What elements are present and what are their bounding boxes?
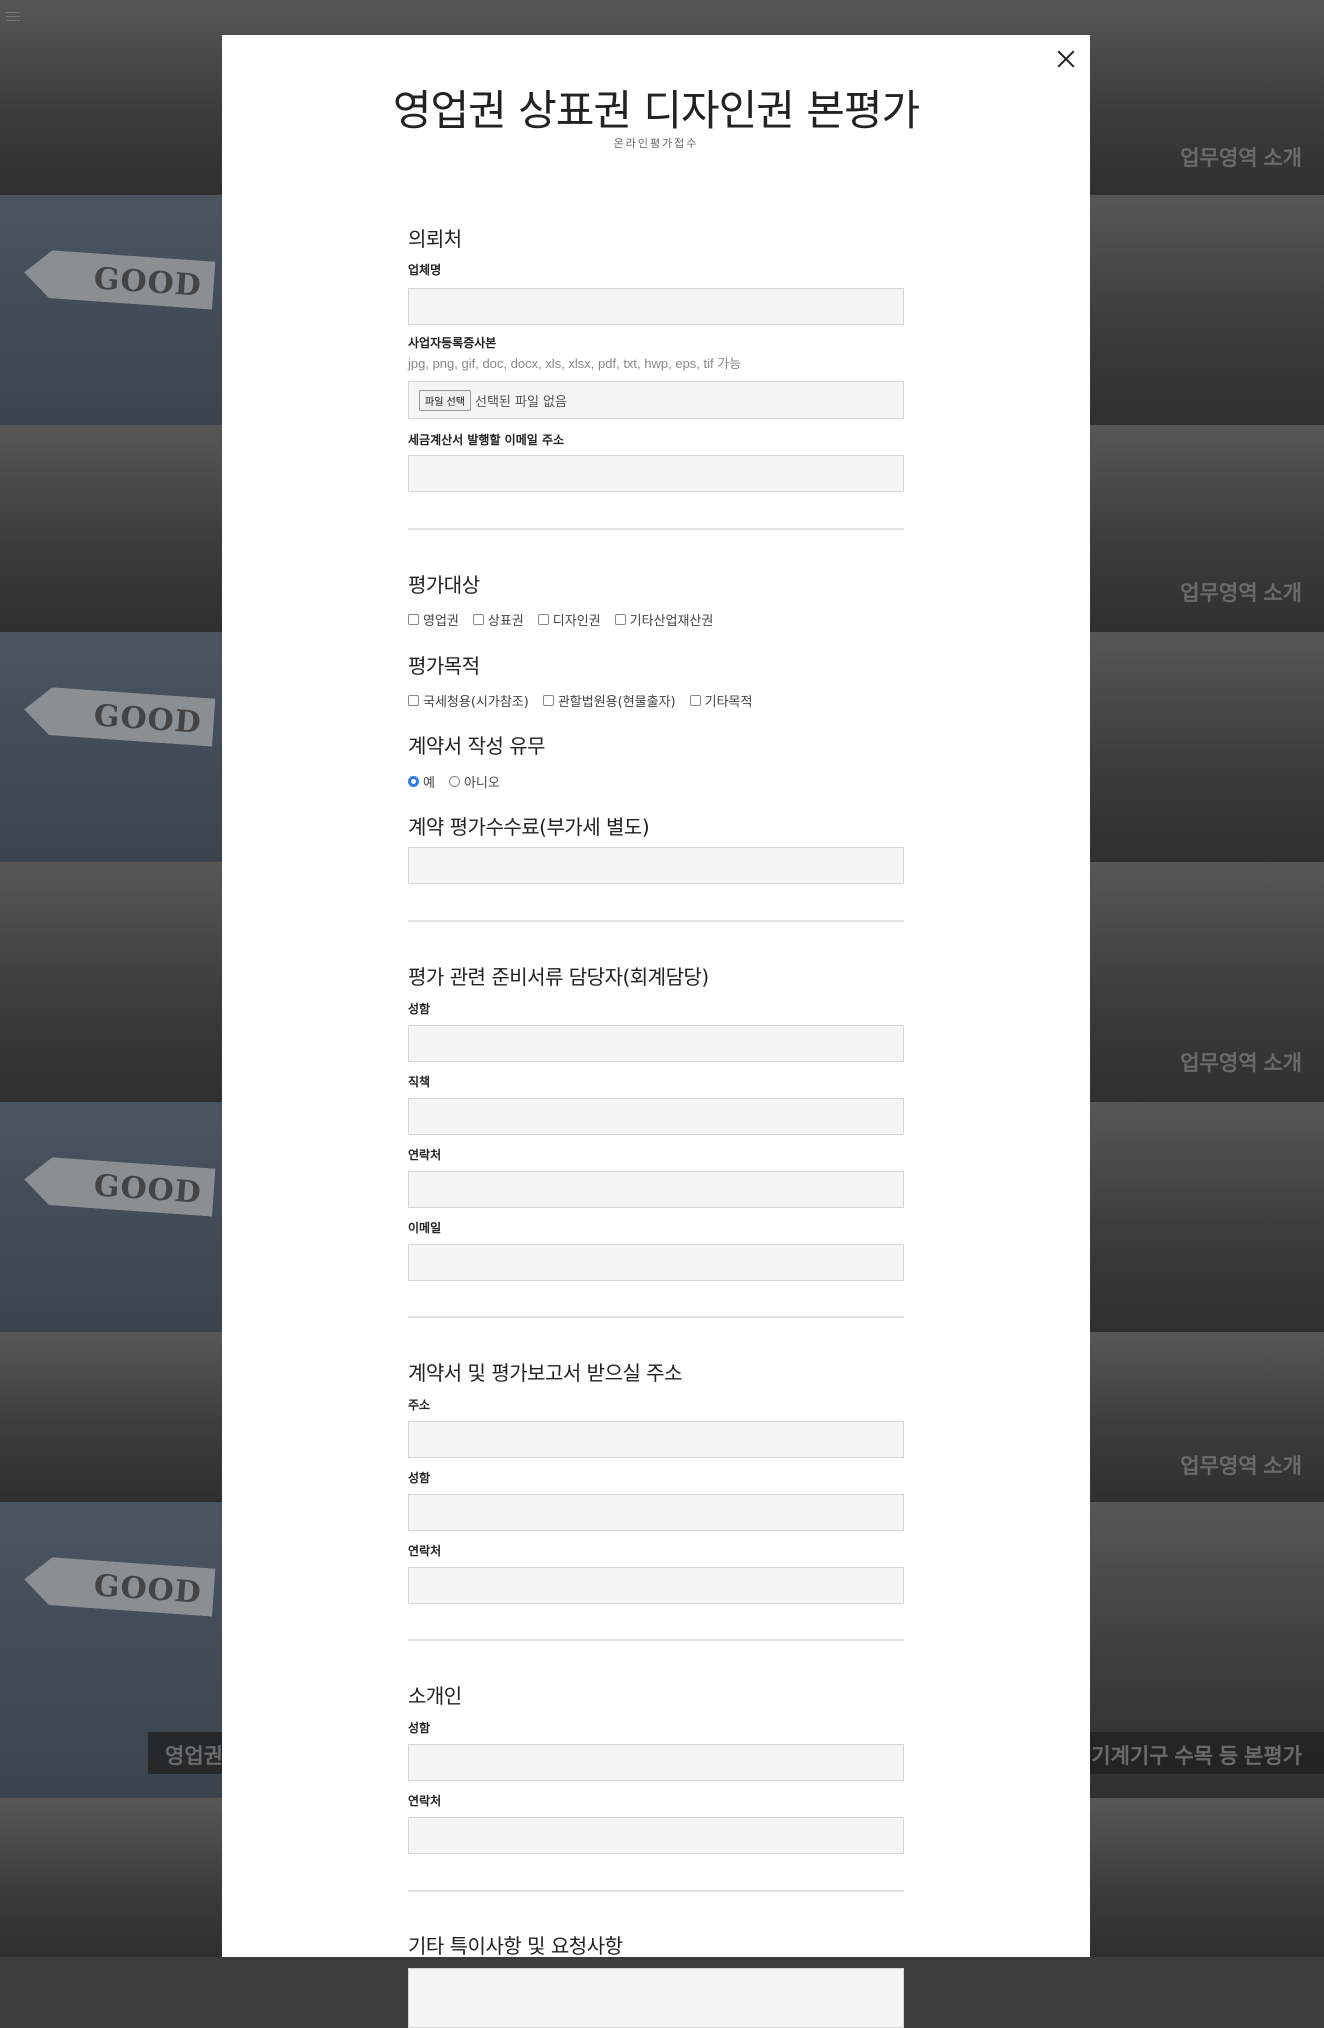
biz-cert-label: 사업자등록증사본 <box>408 336 497 350</box>
target-options: 영업권 상표권 디자인권 기타산업재산권 <box>408 610 727 629</box>
tile-label: 업무영역 소개 <box>1180 1455 1302 1478</box>
biz-cert-hint: jpg, png, gif, doc, docx, xls, xlsx, pdf… <box>408 356 742 371</box>
section-divider <box>408 1890 904 1892</box>
accounting-name-label: 성함 <box>408 1002 431 1016</box>
referrer-phone-input[interactable] <box>408 1817 904 1854</box>
tax-email-label: 세금계산서 발행할 이메일 주소 <box>408 433 565 447</box>
contract-option-no[interactable]: 아니오 <box>448 772 500 791</box>
good-sign: GOOD <box>23 1555 216 1616</box>
notes-textarea[interactable] <box>408 1968 904 2028</box>
menu-icon[interactable] <box>6 12 20 24</box>
contract-option-yes[interactable]: 예 <box>408 772 435 791</box>
tile-label: 산 기계기구 수목 등 본평가 <box>1066 1745 1302 1768</box>
evaluation-form-modal: 영업권 상표권 디자인권 본평가 온라인평가접수 의뢰처 업체명 사업자등록증사… <box>222 35 1090 2028</box>
tile-label: 업무영역 소개 <box>1180 1052 1302 1075</box>
target-option-trademark[interactable]: 상표권 <box>472 610 524 629</box>
section-heading-referrer: 소개인 <box>408 1684 462 1708</box>
accounting-phone-label: 연락처 <box>408 1148 442 1162</box>
good-sign: GOOD <box>23 1155 216 1216</box>
section-heading-client: 의뢰처 <box>408 227 462 251</box>
section-heading-target: 평가대상 <box>408 573 480 597</box>
target-option-goodwill[interactable]: 영업권 <box>408 610 459 629</box>
good-sign: GOOD <box>23 248 216 309</box>
referrer-phone-label: 연락처 <box>408 1794 442 1808</box>
radio-selected[interactable] <box>408 776 419 787</box>
section-heading-purpose: 평가목적 <box>408 654 480 678</box>
address-label: 주소 <box>408 1398 431 1412</box>
section-heading-accounting: 평가 관련 준비서류 담당자(회계담당) <box>408 965 709 989</box>
purpose-option-other[interactable]: 기타목적 <box>689 691 752 710</box>
checkbox[interactable] <box>542 695 554 706</box>
section-divider <box>408 920 904 922</box>
checkbox[interactable] <box>689 695 701 706</box>
modal-subtitle: 온라인평가접수 <box>613 137 699 150</box>
accounting-position-label: 직책 <box>408 1075 431 1089</box>
purpose-options: 국세청용(시가참조) 관할법원용(현물출자) 기타목적 <box>408 691 766 710</box>
company-input[interactable] <box>408 288 904 325</box>
address-input[interactable] <box>408 1421 904 1458</box>
address-phone-input[interactable] <box>408 1567 904 1604</box>
good-sign: GOOD <box>23 685 216 746</box>
section-heading-fee: 계약 평가수수료(부가세 별도) <box>408 815 650 839</box>
biz-cert-file-field: 파일 선택 선택된 파일 없음 <box>408 381 904 419</box>
fee-input[interactable] <box>408 847 904 884</box>
referrer-name-input[interactable] <box>408 1744 904 1781</box>
radio[interactable] <box>448 776 460 787</box>
section-heading-address: 계약서 및 평가보고서 받으실 주소 <box>408 1361 683 1385</box>
accounting-email-label: 이메일 <box>408 1221 442 1235</box>
section-divider <box>408 528 904 530</box>
section-divider <box>408 1639 904 1641</box>
contract-options: 예 아니오 <box>408 772 514 791</box>
section-divider <box>408 1316 904 1318</box>
address-name-input[interactable] <box>408 1494 904 1531</box>
file-status: 선택된 파일 없음 <box>474 394 567 410</box>
tile-label: 업무영역 소개 <box>1180 147 1302 170</box>
checkbox[interactable] <box>408 614 419 625</box>
close-icon[interactable] <box>1054 47 1078 71</box>
target-option-other-ip[interactable]: 기타산업재산권 <box>614 610 713 629</box>
tax-email-input[interactable] <box>408 455 904 492</box>
checkbox[interactable] <box>472 614 484 625</box>
section-heading-notes: 기타 특이사항 및 요청사항 <box>408 1934 623 1958</box>
accounting-phone-input[interactable] <box>408 1171 904 1208</box>
checkbox[interactable] <box>614 614 626 625</box>
accounting-position-input[interactable] <box>408 1098 904 1135</box>
checkbox[interactable] <box>408 695 419 706</box>
tile-label: 업무영역 소개 <box>1180 582 1302 605</box>
accounting-name-input[interactable] <box>408 1025 904 1062</box>
purpose-option-court[interactable]: 관할법원용(현물출자) <box>542 691 676 710</box>
modal-title: 영업권 상표권 디자인권 본평가 <box>392 86 920 135</box>
address-name-label: 성함 <box>408 1471 431 1485</box>
purpose-option-tax[interactable]: 국세청용(시가참조) <box>408 691 529 710</box>
file-select-button[interactable]: 파일 선택 <box>419 389 471 411</box>
target-option-design[interactable]: 디자인권 <box>537 610 601 629</box>
tile-label: 영업권 <box>165 1745 223 1768</box>
company-label: 업체명 <box>408 263 442 277</box>
checkbox[interactable] <box>537 614 549 625</box>
section-heading-contract: 계약서 작성 유무 <box>408 734 546 758</box>
referrer-name-label: 성함 <box>408 1721 431 1735</box>
accounting-email-input[interactable] <box>408 1244 904 1281</box>
address-phone-label: 연락처 <box>408 1544 442 1558</box>
